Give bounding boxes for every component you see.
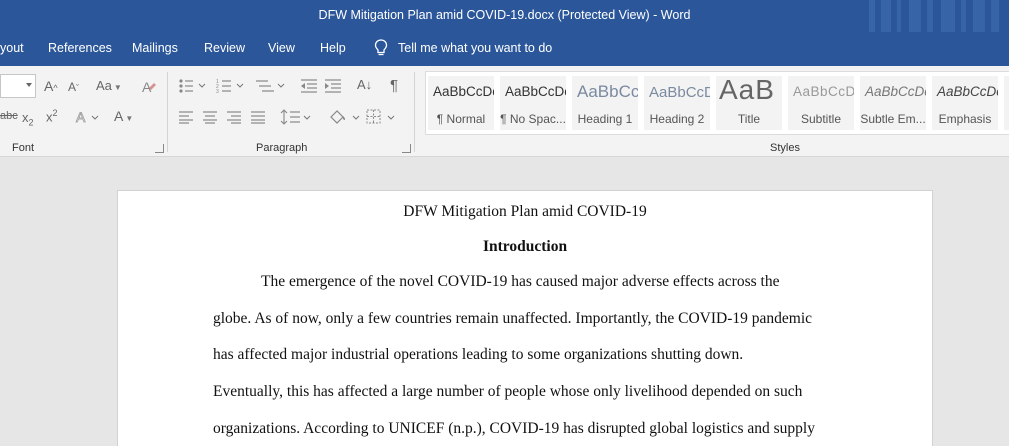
style-normal[interactable]: AaBbCcDc ¶ Normal [428,76,494,130]
tab-review[interactable]: Review [204,41,245,55]
align-left-icon [179,111,193,124]
divider [167,72,168,152]
align-right-icon [227,111,241,124]
style-subtitle[interactable]: AaBbCcD Subtitle [788,76,854,130]
tab-layout[interactable]: yout [0,41,24,55]
font-group-label: Font [12,142,35,154]
style-title[interactable]: AaB Title [716,76,782,130]
font-size-dropdown[interactable] [0,74,36,98]
tab-mailings[interactable]: Mailings [132,41,178,55]
multilevel-list-icon[interactable] [254,78,286,94]
paragraph-line: globe. As of now, only a few countries r… [213,310,813,327]
shading-icon[interactable] [328,108,364,126]
show-formatting-button[interactable]: ¶ [390,77,398,94]
align-center-icon [203,111,217,124]
line-spacing-icon[interactable] [280,108,314,126]
numbering-icon[interactable]: 123 [216,78,246,94]
clear-formatting-icon[interactable]: A [140,78,158,96]
borders-icon[interactable] [365,108,399,126]
paragraph-dialog-launcher[interactable] [402,144,411,153]
subscript-button[interactable]: x2 [22,110,34,128]
paragraph-line: has affected major industrial operations… [213,346,744,363]
divider [414,72,415,152]
paragraph-line: Eventually, this has affected a large nu… [213,383,803,400]
section-heading: Introduction [482,238,568,255]
tab-references[interactable]: References [48,41,112,55]
document-title: DFW Mitigation Plan amid COVID-19 [403,203,647,220]
ribbon-tabs: yout References Mailings Review View Hel… [0,32,1009,66]
paragraph-line: organizations. According to UNICEF (n.p.… [213,420,815,437]
shrink-font-button[interactable]: Aˇ [68,80,79,94]
ribbon: A^ Aˇ Aa ▼ A abc x2 x2 A A ▼ Font 123 A↓ ¶ [0,66,1009,157]
font-color-button[interactable]: A ▼ [114,108,133,124]
styles-group-label: Styles [770,142,800,154]
tab-help[interactable]: Help [320,41,346,55]
svg-text:3: 3 [216,89,219,94]
svg-text:A: A [76,109,86,125]
alignment-icons [179,111,265,124]
style-heading-2[interactable]: AaBbCcD Heading 2 [644,76,710,130]
tab-view[interactable]: View [268,41,295,55]
style-heading-1[interactable]: AaBbCc Heading 1 [572,76,638,130]
font-dialog-launcher[interactable] [155,144,164,153]
tell-me-search[interactable]: Tell me what you want to do [374,39,552,57]
superscript-button[interactable]: x2 [46,108,58,124]
bullets-icon[interactable] [178,78,208,94]
change-case-button[interactable]: Aa ▼ [96,78,122,93]
style-subtle-emphasis[interactable]: AaBbCcDc Subtle Em... [860,76,926,130]
chevron-down-icon [26,83,32,87]
document-page[interactable]: DFW Mitigation Plan amid COVID-19 Introd… [117,190,933,446]
paragraph-line: The emergence of the novel COVID-19 has … [261,273,780,290]
tell-me-text: Tell me what you want to do [398,41,553,55]
grow-font-button[interactable]: A^ [44,78,58,94]
style-more[interactable] [1004,76,1009,130]
justify-icon [251,111,265,124]
sort-button[interactable]: A↓ [357,77,372,92]
style-no-spacing[interactable]: AaBbCcDc ¶ No Spac... [500,76,566,130]
styles-gallery: AaBbCcDc ¶ Normal AaBbCcDc ¶ No Spac... … [425,71,1009,135]
window-title: DFW Mitigation Plan amid COVID-19.docx (… [318,8,691,22]
decrease-indent-icon[interactable] [300,78,318,94]
lightbulb-icon [374,39,388,56]
style-emphasis[interactable]: AaBbCcDc Emphasis [932,76,998,130]
paragraph-group-label: Paragraph [256,142,308,154]
increase-indent-icon[interactable] [324,78,342,94]
strikethrough-button[interactable]: abc [0,110,18,122]
text-effects-icon[interactable]: A [74,108,104,126]
title-bar: DFW Mitigation Plan amid COVID-19.docx (… [0,0,1009,60]
